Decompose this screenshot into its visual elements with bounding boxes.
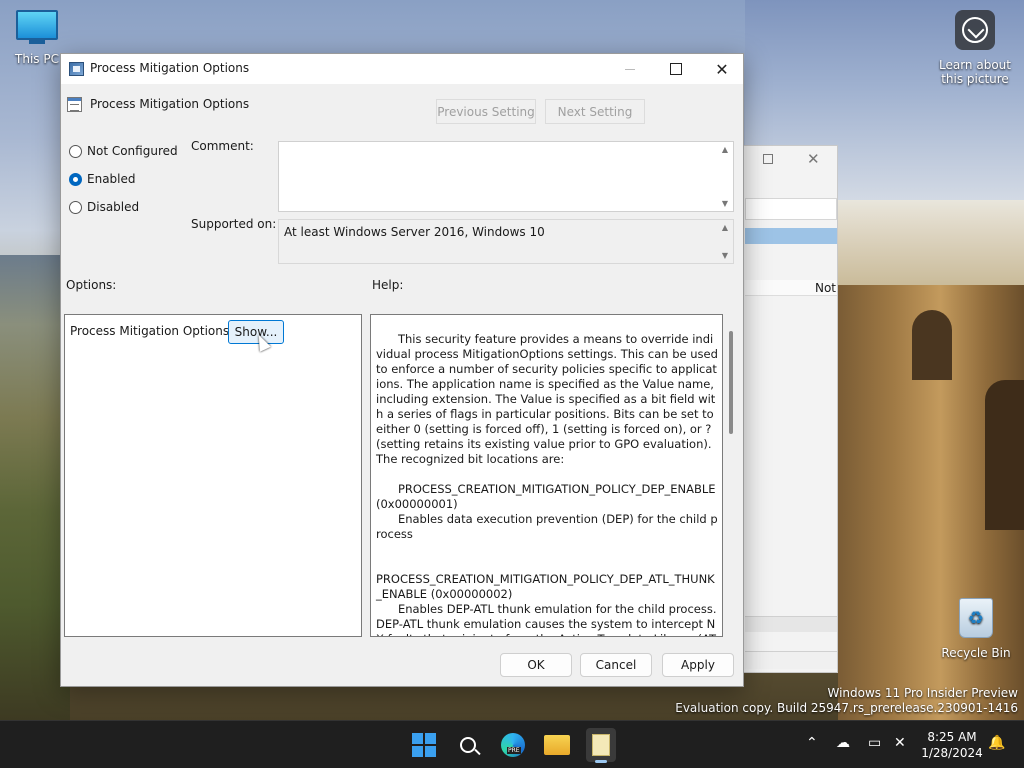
cancel-button[interactable]: Cancel <box>580 653 652 677</box>
policy-settings-dialog[interactable]: Process Mitigation Options ✕ Process Mit… <box>60 53 744 687</box>
help-text: This security feature provides a means t… <box>376 332 718 636</box>
supported-scrollbar[interactable]: ▲ ▼ <box>717 220 733 263</box>
supported-on-field: At least Windows Server 2016, Windows 10… <box>278 219 734 264</box>
minimize-button[interactable] <box>607 54 653 84</box>
clock-date: 1/28/2024 <box>921 746 983 760</box>
apply-button[interactable]: Apply <box>662 653 734 677</box>
volume-muted-icon[interactable]: ✕ <box>894 735 906 751</box>
radio-circle-selected[interactable] <box>69 172 82 186</box>
recycle-bin-icon: ♻ <box>959 598 993 638</box>
taskbar-clock[interactable]: 8:25 AM 1/28/2024 <box>920 729 984 761</box>
notepad-icon[interactable] <box>586 728 616 763</box>
wallpaper-bridge-arch <box>912 310 952 380</box>
desktop-icon-recycle-bin[interactable]: ♻ Recycle Bin <box>940 598 1012 660</box>
background-window-scrollbar <box>745 616 837 632</box>
comment-scrollbar[interactable]: ▲ ▼ <box>717 142 733 211</box>
radio-circle[interactable] <box>69 144 82 158</box>
radio-not-configured[interactable]: Not Configured <box>69 144 178 158</box>
search-icon[interactable] <box>454 731 482 759</box>
radio-disabled[interactable]: Disabled <box>69 200 139 214</box>
supported-on-label: Supported on: <box>191 217 277 231</box>
desktop-icon-label: Learn about this picture <box>939 58 1011 86</box>
help-pane[interactable]: This security feature provides a means t… <box>370 314 723 637</box>
policy-editor-icon <box>69 62 84 76</box>
background-window-list-header: Not <box>745 280 837 296</box>
scroll-up-icon[interactable]: ▲ <box>722 145 728 154</box>
maximize-button[interactable] <box>653 54 699 84</box>
wallpaper-town <box>838 200 1024 290</box>
comment-input[interactable]: ▲ ▼ <box>278 141 734 212</box>
chevron-up-icon[interactable]: ⌃ <box>806 735 818 751</box>
dialog-titlebar[interactable]: Process Mitigation Options ✕ <box>61 54 743 84</box>
help-scrollbar-thumb[interactable] <box>729 331 733 434</box>
help-label: Help: <box>372 278 404 292</box>
scroll-up-icon[interactable]: ▲ <box>722 223 728 232</box>
option-item-label: Process Mitigation Options <box>70 324 230 338</box>
maximize-icon[interactable] <box>763 154 773 164</box>
notification-bell-icon[interactable]: 🔔 <box>988 735 1005 751</box>
desktop-icon-label: Recycle Bin <box>941 646 1011 660</box>
comment-label: Comment: <box>191 139 254 153</box>
background-window-footer <box>745 651 837 669</box>
radio-circle[interactable] <box>69 200 82 214</box>
learn-picture-icon <box>955 10 995 50</box>
background-window-selected-row <box>745 228 837 244</box>
desktop-icon-label: This PC <box>15 52 59 66</box>
ok-button[interactable]: OK <box>500 653 572 677</box>
desktop-icon-this-pc[interactable]: This PC <box>12 10 62 66</box>
taskbar: ⌃ ☁ ▭ ✕ 8:25 AM 1/28/2024 🔔 <box>0 720 1024 768</box>
options-pane: Process Mitigation Options Show... <box>64 314 362 637</box>
policy-setting-icon <box>67 97 82 112</box>
radio-enabled[interactable]: Enabled <box>69 172 136 186</box>
next-setting-button[interactable]: Next Setting <box>545 99 645 124</box>
close-button[interactable]: ✕ <box>699 54 745 84</box>
windows-watermark: Windows 11 Pro Insider Preview Evaluatio… <box>675 686 1018 715</box>
policy-name: Process Mitigation Options <box>90 97 250 111</box>
dialog-title: Process Mitigation Options <box>90 61 250 75</box>
previous-setting-button[interactable]: Previous Setting <box>436 99 536 124</box>
desktop-icon-learn-about-picture[interactable]: Learn about this picture <box>934 10 1016 86</box>
scroll-down-icon[interactable]: ▼ <box>722 251 728 260</box>
close-icon[interactable]: ✕ <box>807 150 820 168</box>
network-disconnected-icon[interactable]: ☁ <box>836 735 850 751</box>
display-icon[interactable]: ▭ <box>868 735 881 751</box>
file-explorer-icon[interactable] <box>543 731 571 759</box>
edge-beta-icon[interactable] <box>499 731 527 759</box>
monitor-icon <box>16 10 58 40</box>
options-label: Options: <box>66 278 117 292</box>
background-window-field <box>745 198 837 220</box>
clock-time: 8:25 AM <box>927 730 977 744</box>
scroll-down-icon[interactable]: ▼ <box>722 199 728 208</box>
windows-start-icon[interactable] <box>410 731 438 759</box>
wallpaper-bridge-arch-2 <box>985 380 1024 530</box>
